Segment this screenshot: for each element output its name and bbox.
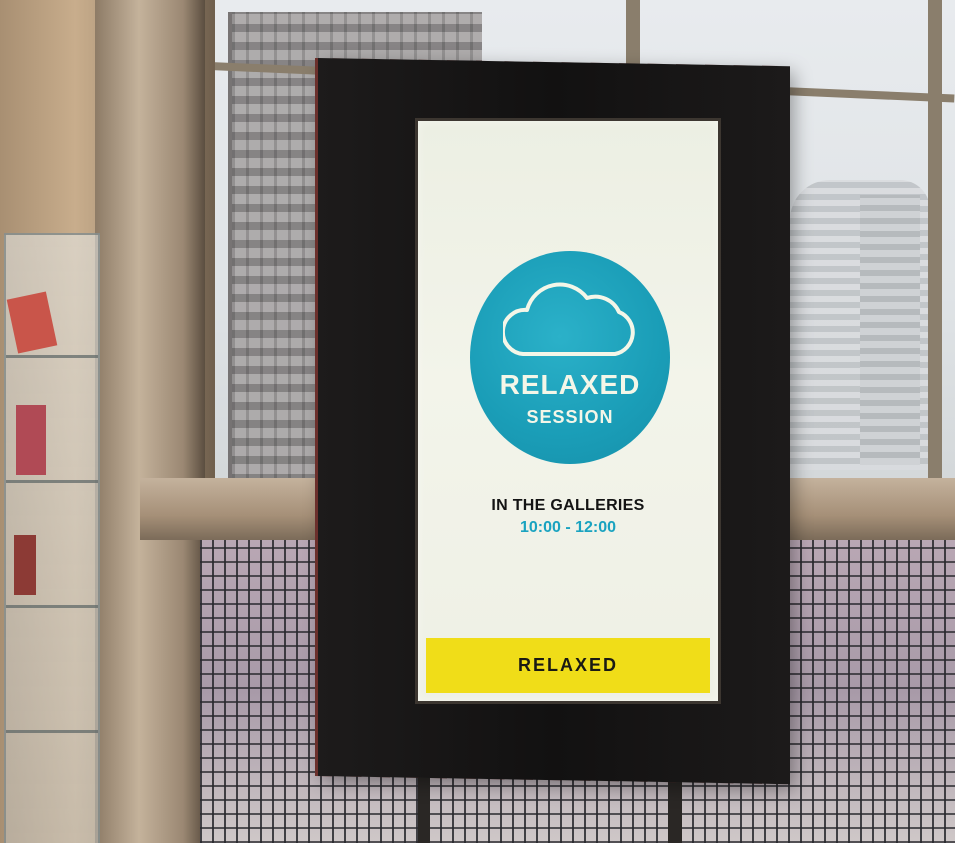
window-mullion-right [928, 0, 942, 490]
merchandise [6, 291, 58, 354]
merchandise [14, 535, 36, 595]
session-time: 10:00 - 12:00 [519, 519, 617, 536]
location-text: IN THE GALLERIES [491, 497, 645, 514]
footer-banner: RELAXED [426, 638, 710, 693]
cloud-icon [503, 282, 635, 356]
merchandise [16, 405, 46, 475]
banner-label: RELAXED [517, 655, 618, 675]
glass-display-case [4, 233, 100, 843]
relaxed-session-badge: RELAXED SESSION [470, 251, 670, 464]
case-shelf [6, 605, 98, 608]
wooden-pillar [95, 0, 205, 843]
badge-subtitle: SESSION [526, 407, 614, 427]
case-shelf [6, 730, 98, 733]
case-shelf [6, 480, 98, 483]
building-right-rear [860, 195, 920, 465]
case-shelf [6, 355, 98, 358]
photo-scene: RELAXED SESSION IN THE GALLERIES 10:00 -… [0, 0, 955, 843]
badge-title: RELAXED [499, 369, 641, 400]
sign-screen: RELAXED SESSION IN THE GALLERIES 10:00 -… [415, 118, 721, 704]
